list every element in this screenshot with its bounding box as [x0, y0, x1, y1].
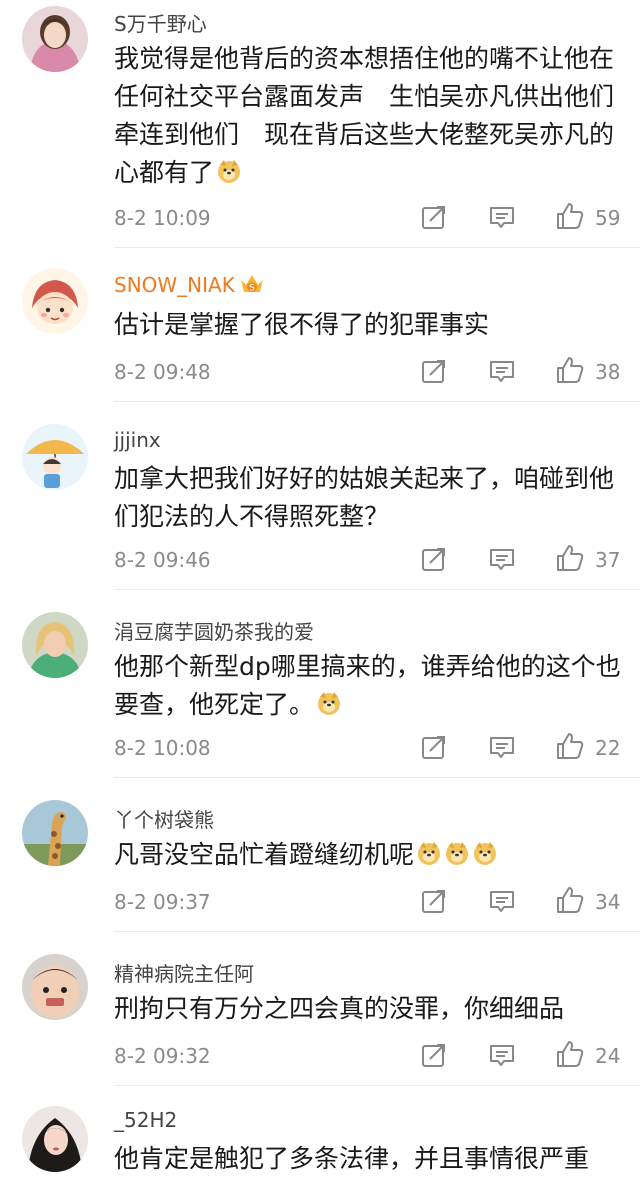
doge-emoji-icon	[416, 839, 442, 877]
vip-crown-icon: S	[239, 272, 265, 301]
like-button[interactable]	[555, 884, 585, 916]
comment-item: 涓豆腐芋圆奶茶我的爱 他那个新型dp哪里搞来的，谁弄给他的这个也要查，他死定了。…	[0, 590, 640, 778]
thumbs-up-icon	[557, 203, 584, 229]
username[interactable]: 精神病院主任阿	[114, 958, 254, 987]
svg-text:S: S	[249, 284, 255, 294]
repost-button[interactable]	[420, 1039, 448, 1071]
comment-text: 他那个新型dp哪里搞来的，谁弄给他的这个也要查，他死定了。	[114, 648, 624, 727]
username[interactable]: S万千野心	[114, 8, 207, 37]
doge-emoji-icon	[216, 157, 242, 195]
avatar[interactable]	[22, 612, 88, 678]
comment-icon	[490, 549, 514, 570]
avatar[interactable]	[22, 424, 88, 490]
repost-icon	[422, 1044, 445, 1067]
comment-feed: S万千野心 我觉得是他背后的资本想捂住他的嘴不让他在任何社交平台露面发声 生怕吴…	[0, 0, 640, 1192]
thumbs-up-icon	[557, 357, 584, 383]
timestamp: 8-2 09:46	[114, 548, 211, 572]
like-count: 24	[595, 1044, 621, 1068]
username[interactable]: 涓豆腐芋圆奶茶我的爱	[114, 616, 314, 645]
comment-item: S万千野心 我觉得是他背后的资本想捂住他的嘴不让他在任何社交平台露面发声 生怕吴…	[0, 0, 640, 248]
like-button[interactable]	[555, 730, 585, 762]
timestamp: 8-2 10:09	[114, 206, 211, 230]
like-count: 34	[595, 890, 621, 914]
like-count: 38	[595, 360, 621, 384]
repost-icon	[422, 736, 445, 759]
timestamp: 8-2 10:08	[114, 736, 211, 760]
comment-item: _52H2 他肯定是触犯了多条法律，并且事情很严重	[0, 1086, 640, 1192]
timestamp: 8-2 09:48	[114, 360, 211, 384]
avatar[interactable]	[22, 6, 88, 72]
like-count: 22	[595, 736, 621, 760]
username[interactable]: 丫个树袋熊	[114, 804, 214, 833]
username[interactable]: SNOW_NIAK S	[114, 272, 265, 301]
like-count: 59	[595, 206, 621, 230]
comment-icon	[490, 737, 514, 758]
thumbs-up-icon	[557, 733, 584, 759]
comment-icon	[490, 1045, 514, 1066]
comment-text: 我觉得是他背后的资本想捂住他的嘴不让他在任何社交平台露面发声 生怕吴亦凡供出他们…	[114, 40, 624, 195]
avatar[interactable]	[22, 800, 88, 866]
repost-icon	[422, 548, 445, 571]
reply-button[interactable]	[488, 731, 516, 763]
repost-button[interactable]	[420, 543, 448, 575]
avatar[interactable]	[22, 268, 88, 334]
like-button[interactable]	[555, 354, 585, 386]
comment-icon	[490, 361, 514, 382]
doge-emoji-icon	[316, 689, 342, 727]
repost-icon	[422, 890, 445, 913]
doge-emoji-icon	[472, 839, 498, 877]
reply-button[interactable]	[488, 201, 516, 233]
comment-item: 精神病院主任阿 刑拘只有万分之四会真的没罪，你细细品 8-2 09:32 24	[0, 932, 640, 1086]
like-button[interactable]	[555, 200, 585, 232]
repost-icon	[422, 360, 445, 383]
repost-icon	[422, 206, 445, 229]
avatar[interactable]	[22, 954, 88, 1020]
comment-item: 丫个树袋熊 凡哥没空品忙着蹬缝纫机呢 8-2 09:37 34	[0, 778, 640, 932]
comment-text: 他肯定是触犯了多条法律，并且事情很严重	[114, 1144, 590, 1173]
repost-button[interactable]	[420, 201, 448, 233]
username[interactable]: jjjinx	[114, 428, 161, 452]
thumbs-up-icon	[557, 887, 584, 913]
like-button[interactable]	[555, 542, 585, 574]
reply-button[interactable]	[488, 543, 516, 575]
thumbs-up-icon	[557, 545, 584, 571]
comment-icon	[490, 891, 514, 912]
thumbs-up-icon	[557, 1041, 584, 1067]
comment-text: 估计是掌握了很不得了的犯罪事实	[114, 310, 490, 339]
comment-icon	[490, 207, 514, 228]
repost-button[interactable]	[420, 355, 448, 387]
timestamp: 8-2 09:32	[114, 1044, 211, 1068]
reply-button[interactable]	[488, 355, 516, 387]
comment-text: 凡哥没空品忙着蹬缝纫机呢	[114, 836, 624, 877]
reply-button[interactable]	[488, 1039, 516, 1071]
reply-button[interactable]	[488, 885, 516, 917]
comment-item: jjjinx 加拿大把我们好好的姑娘关起来了，咱碰到他们犯法的人不得照死整？ 8…	[0, 402, 640, 590]
comment-text: 刑拘只有万分之四会真的没罪，你细细品	[114, 994, 565, 1023]
repost-button[interactable]	[420, 731, 448, 763]
comment-text: 加拿大把我们好好的姑娘关起来了，咱碰到他们犯法的人不得照死整？	[114, 464, 615, 531]
avatar[interactable]	[22, 1106, 88, 1172]
like-count: 37	[595, 548, 621, 572]
repost-button[interactable]	[420, 885, 448, 917]
like-button[interactable]	[555, 1038, 585, 1070]
username[interactable]: _52H2	[114, 1108, 177, 1132]
comment-item: SNOW_NIAK S 估计是掌握了很不得了的犯罪事实 8-2 09:48 38	[0, 248, 640, 402]
timestamp: 8-2 09:37	[114, 890, 211, 914]
doge-emoji-icon	[444, 839, 470, 877]
